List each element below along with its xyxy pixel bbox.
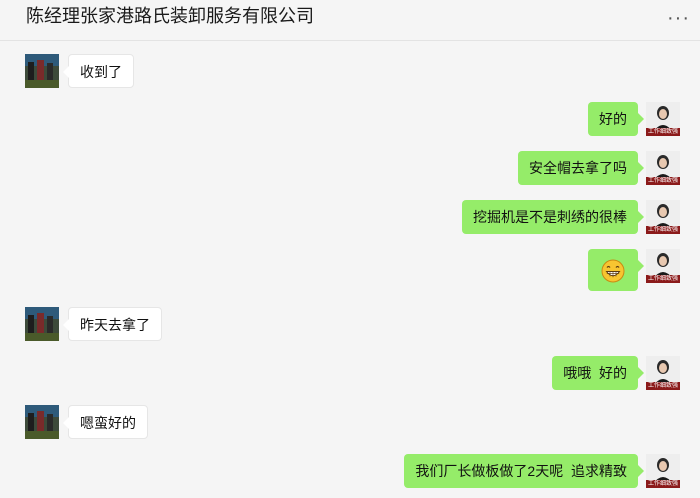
self-avatar[interactable]: 工作细致强 xyxy=(646,356,680,390)
self-avatar[interactable]: 工作细致强 xyxy=(646,249,680,283)
contact-avatar[interactable] xyxy=(25,405,59,439)
message-bubble[interactable]: 好的 xyxy=(588,102,644,136)
contact-avatar[interactable] xyxy=(25,307,59,341)
message-bubble[interactable]: 挖掘机是不是刺绣的很棒 xyxy=(462,200,644,234)
avatar-caption: 工作细致强 xyxy=(646,128,680,136)
message-bubble[interactable]: 收到了 xyxy=(63,54,134,88)
message-row: 工作细致强 xyxy=(0,249,700,291)
message-row: 我们厂长做板做了2天呢 追求精致 工作细致强 xyxy=(0,454,700,488)
avatar-caption: 工作细致强 xyxy=(646,177,680,185)
chat-header: 陈经理张家港路氏装卸服务有限公司 ··· xyxy=(0,0,700,41)
contact-avatar[interactable] xyxy=(25,54,59,88)
self-avatar[interactable]: 工作细致强 xyxy=(646,200,680,234)
message-row: 好的 工作细致强 xyxy=(0,102,700,136)
message-row: 收到了 xyxy=(0,54,700,88)
avatar-caption: 工作细致强 xyxy=(646,382,680,390)
message-bubble[interactable]: 我们厂长做板做了2天呢 追求精致 xyxy=(404,454,644,488)
more-options-icon[interactable]: ··· xyxy=(667,8,690,28)
self-avatar[interactable]: 工作细致强 xyxy=(646,454,680,488)
chat-title: 陈经理张家港路氏装卸服务有限公司 xyxy=(26,6,314,26)
message-bubble[interactable] xyxy=(588,249,644,291)
avatar-caption: 工作细致强 xyxy=(646,275,680,283)
contact-avatar-image xyxy=(25,307,59,341)
message-bubble[interactable]: 昨天去拿了 xyxy=(63,307,162,341)
avatar-caption: 工作细致强 xyxy=(646,226,680,234)
contact-avatar-image xyxy=(25,54,59,88)
message-row: 哦哦 好的 工作细致强 xyxy=(0,356,700,390)
message-row: 安全帽去拿了吗 工作细致强 xyxy=(0,151,700,185)
message-row: 昨天去拿了 xyxy=(0,307,700,341)
self-avatar[interactable]: 工作细致强 xyxy=(646,151,680,185)
message-row: 嗯蛮好的 xyxy=(0,405,700,439)
self-avatar[interactable]: 工作细致强 xyxy=(646,102,680,136)
message-bubble[interactable]: 安全帽去拿了吗 xyxy=(518,151,644,185)
message-row: 挖掘机是不是刺绣的很棒 工作细致强 xyxy=(0,200,700,234)
contact-avatar-image xyxy=(25,405,59,439)
message-bubble[interactable]: 嗯蛮好的 xyxy=(63,405,148,439)
message-bubble[interactable]: 哦哦 好的 xyxy=(552,356,644,390)
grinning-face-icon xyxy=(601,259,625,283)
avatar-caption: 工作细致强 xyxy=(646,480,680,488)
